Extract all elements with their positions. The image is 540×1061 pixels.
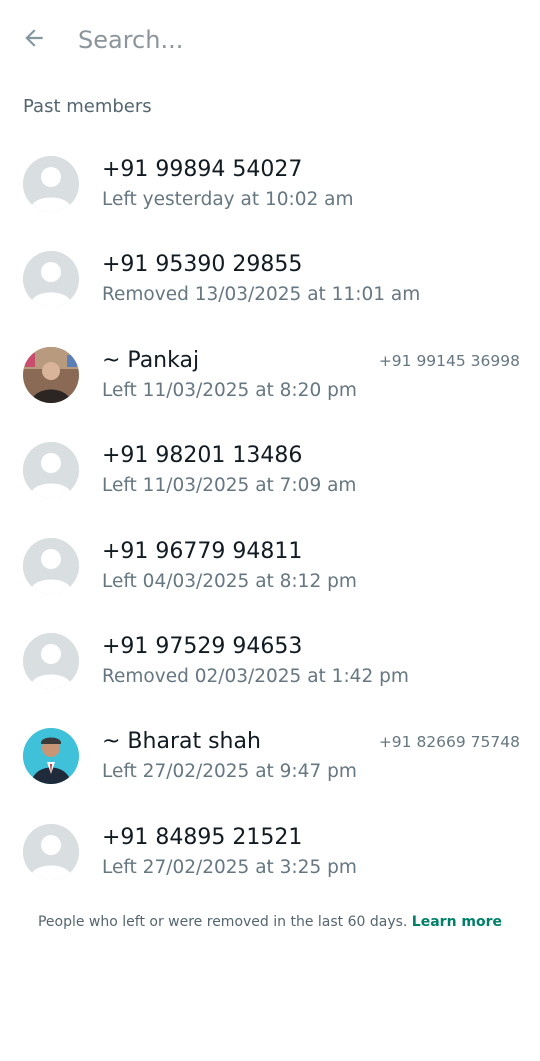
member-status: Left 27/02/2025 at 9:47 pm bbox=[102, 761, 357, 783]
member-name: +91 98201 13486 bbox=[102, 443, 303, 469]
default-avatar-icon bbox=[23, 823, 79, 880]
member-row[interactable]: +91 96779 94811 Left 04/03/2025 at 8:12 … bbox=[0, 519, 540, 614]
member-status: Removed 13/03/2025 at 11:01 am bbox=[102, 284, 421, 306]
member-row[interactable]: +91 95390 29855 Removed 13/03/2025 at 11… bbox=[0, 232, 540, 327]
member-status: Left yesterday at 10:02 am bbox=[102, 189, 354, 210]
default-avatar-icon bbox=[23, 156, 79, 212]
member-name: +91 97529 94653 bbox=[102, 633, 303, 659]
member-row[interactable]: +91 84895 21521 Left 27/02/2025 at 3:25 … bbox=[0, 805, 540, 900]
footer-text: People who left or were removed in the l… bbox=[37, 914, 408, 930]
member-row[interactable]: +91 97529 94653 Removed 02/03/2025 at 1:… bbox=[0, 614, 540, 709]
member-name: +91 96779 94811 bbox=[102, 538, 303, 564]
member-status: Left 11/03/2025 at 7:09 am bbox=[102, 475, 357, 497]
member-status: Left 27/02/2025 at 3:25 pm bbox=[102, 856, 357, 878]
photo-avatar bbox=[23, 346, 79, 403]
member-row[interactable]: ~ Pankaj +91 99145 36998 Left 11/03/2025… bbox=[0, 328, 540, 423]
member-row[interactable]: +91 99894 54027 Left yesterday at 10:02 … bbox=[0, 137, 540, 232]
arrow-left-icon bbox=[21, 25, 47, 55]
section-title: Past members bbox=[23, 96, 152, 117]
member-phone: +91 99145 36998 bbox=[378, 351, 520, 370]
learn-more-link[interactable]: Learn more bbox=[412, 914, 502, 930]
default-avatar-icon bbox=[23, 442, 79, 499]
default-avatar-icon bbox=[23, 251, 79, 308]
search-input[interactable] bbox=[78, 20, 518, 60]
member-name: +91 84895 21521 bbox=[102, 824, 303, 850]
member-name: +91 95390 29855 bbox=[102, 252, 303, 278]
photo-avatar bbox=[23, 728, 79, 785]
member-name: +91 99894 54027 bbox=[102, 157, 303, 182]
member-name: ~ Bharat shah bbox=[102, 729, 261, 755]
member-phone: +91 82669 75748 bbox=[378, 733, 520, 752]
default-avatar-icon bbox=[23, 537, 79, 594]
top-bar bbox=[0, 0, 540, 80]
back-button[interactable] bbox=[14, 20, 54, 60]
member-row[interactable]: ~ Bharat shah +91 82669 75748 Left 27/02… bbox=[0, 709, 540, 804]
footer-note: People who left or were removed in the l… bbox=[0, 914, 540, 930]
past-members-list: +91 99894 54027 Left yesterday at 10:02 … bbox=[0, 137, 540, 900]
member-name: ~ Pankaj bbox=[102, 347, 200, 373]
default-avatar-icon bbox=[23, 632, 79, 689]
member-status: Removed 02/03/2025 at 1:42 pm bbox=[102, 665, 409, 687]
member-status: Left 11/03/2025 at 8:20 pm bbox=[102, 379, 357, 401]
member-row[interactable]: +91 98201 13486 Left 11/03/2025 at 7:09 … bbox=[0, 423, 540, 518]
member-status: Left 04/03/2025 at 8:12 pm bbox=[102, 570, 357, 592]
